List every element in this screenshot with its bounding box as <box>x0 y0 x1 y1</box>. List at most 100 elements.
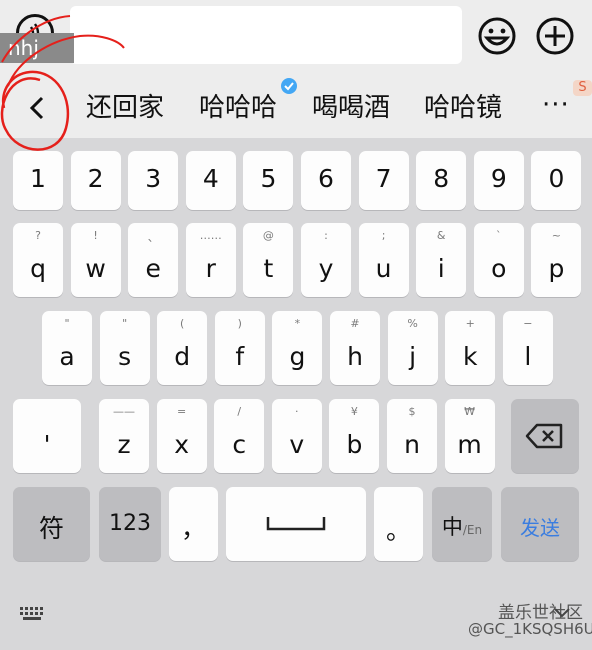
key-f[interactable]: ) f <box>214 311 265 385</box>
key-label: v <box>289 430 305 459</box>
key-2[interactable]: 2 <box>70 151 121 210</box>
key-label: b <box>346 430 363 459</box>
period-key[interactable]: 。 <box>374 487 423 561</box>
key-w[interactable]: ! w <box>70 223 121 297</box>
message-bar <box>0 0 592 76</box>
back-arrow-icon[interactable] <box>18 88 58 128</box>
key-6[interactable]: 6 <box>301 151 351 210</box>
key-7[interactable]: 7 <box>358 151 409 210</box>
key-secondary-label: $ <box>408 405 416 418</box>
key-n[interactable]: $ n <box>387 399 437 473</box>
key-s[interactable]: " s <box>99 311 150 385</box>
key-label: 6 <box>318 164 334 193</box>
key-c[interactable]: / c <box>214 399 265 473</box>
key-label: i <box>437 254 445 283</box>
key-v[interactable]: · v <box>271 399 322 473</box>
key-label: w <box>85 254 106 283</box>
keyboard-switch-icon[interactable] <box>18 605 46 623</box>
key-secondary-label: …… <box>199 229 222 242</box>
key-secondary-label: / <box>237 405 242 418</box>
key-label: 1 <box>30 164 46 193</box>
key-label: d <box>174 342 191 371</box>
message-input[interactable] <box>70 6 462 64</box>
key-i[interactable]: & i <box>416 223 467 297</box>
key-secondary-label: # <box>350 317 360 330</box>
key-a[interactable]: " a <box>42 311 92 385</box>
key-label: 0 <box>548 164 565 193</box>
key-secondary-label: ! <box>93 229 98 242</box>
key-1[interactable]: 1 <box>13 151 63 210</box>
key-g[interactable]: * g <box>272 311 323 385</box>
candidate-1[interactable]: 还回家 <box>86 92 164 124</box>
key-m[interactable]: ₩ m <box>444 399 495 473</box>
key-secondary-label: @ <box>262 229 274 242</box>
language-toggle-key[interactable]: 中/En <box>432 487 492 561</box>
add-more-icon[interactable] <box>535 16 575 56</box>
key-label: 5 <box>260 164 277 193</box>
hide-keyboard-icon[interactable] <box>553 607 571 619</box>
symbols-key[interactable]: 符 <box>13 487 90 561</box>
key-secondary-label: ` <box>496 229 502 242</box>
key-r[interactable]: …… r <box>185 223 236 297</box>
key-label: o <box>491 254 507 283</box>
candidate-4[interactable]: 哈哈镜 <box>424 92 502 124</box>
key-secondary-label: & <box>436 229 446 242</box>
backspace-icon <box>525 423 563 449</box>
key-b[interactable]: ¥ b <box>329 399 380 473</box>
key-o[interactable]: ` o <box>473 223 524 297</box>
key-0[interactable]: 0 <box>531 151 582 210</box>
composing-text: nhj <box>0 33 74 63</box>
send-button[interactable]: 发送 <box>501 487 579 561</box>
backspace-button[interactable] <box>511 399 579 473</box>
key-secondary-label: + <box>465 317 475 330</box>
key-label: p <box>548 254 565 283</box>
candidate-3[interactable]: 喝喝酒 <box>312 92 390 124</box>
key-k[interactable]: + k <box>445 311 496 385</box>
emoji-icon[interactable] <box>477 16 517 56</box>
key-label: t <box>263 254 274 283</box>
watermark-handle: @GC_1KSQSH6U <box>468 620 592 638</box>
comma-key[interactable]: ， <box>169 487 218 561</box>
key-h[interactable]: # h <box>330 311 380 385</box>
numeric-key[interactable]: 123 <box>99 487 161 561</box>
key-label: k <box>462 342 478 371</box>
space-key[interactable] <box>226 487 366 561</box>
check-badge-icon <box>281 78 297 94</box>
key-label: 9 <box>490 164 507 193</box>
language-english-label: /En <box>462 523 483 537</box>
key-p[interactable]: ~ p <box>531 223 582 297</box>
key-j[interactable]: % j <box>387 311 438 385</box>
key-label: c <box>232 430 247 459</box>
space-icon <box>266 517 326 531</box>
key-d[interactable]: (d <box>157 311 208 385</box>
key-e[interactable]: 、 e <box>128 223 179 297</box>
key-9[interactable]: 9 <box>473 151 524 210</box>
key-q[interactable]: ? q <box>13 223 63 297</box>
key-8[interactable]: 8 <box>416 151 467 210</box>
key-secondary-label: ¥ <box>350 405 358 418</box>
key-secondary-label: —— <box>113 405 135 418</box>
key-label: f <box>235 342 245 371</box>
candidate-2[interactable]: 哈哈哈 <box>199 92 277 124</box>
key-4[interactable]: 4 <box>185 151 236 210</box>
key-5[interactable]: 5 <box>243 151 294 210</box>
key-t[interactable]: @ t <box>243 223 294 297</box>
key-secondary-label: = <box>176 405 187 418</box>
sticker-icon[interactable]: S <box>573 80 592 96</box>
key-l[interactable]: − l <box>502 311 553 385</box>
key-y[interactable]: :y <box>301 223 351 297</box>
key-secondary-label: ; <box>381 229 386 242</box>
key-label: 7 <box>375 164 392 193</box>
key-label: ' <box>43 430 51 459</box>
key-x[interactable]: = x <box>156 399 207 473</box>
key-secondary-label: − <box>523 317 533 330</box>
key-secondary-label: ) <box>237 317 242 330</box>
key-u[interactable]: ; u <box>358 223 409 297</box>
key-apostrophe[interactable]: ' <box>13 399 81 473</box>
more-candidates-button[interactable]: ··· <box>542 90 570 120</box>
key-3[interactable]: 3 <box>128 151 179 210</box>
key-z[interactable]: —— z <box>99 399 149 473</box>
language-chinese-label: 中 <box>441 515 463 539</box>
key-secondary-label: " <box>122 317 128 330</box>
key-label: h <box>347 342 363 371</box>
